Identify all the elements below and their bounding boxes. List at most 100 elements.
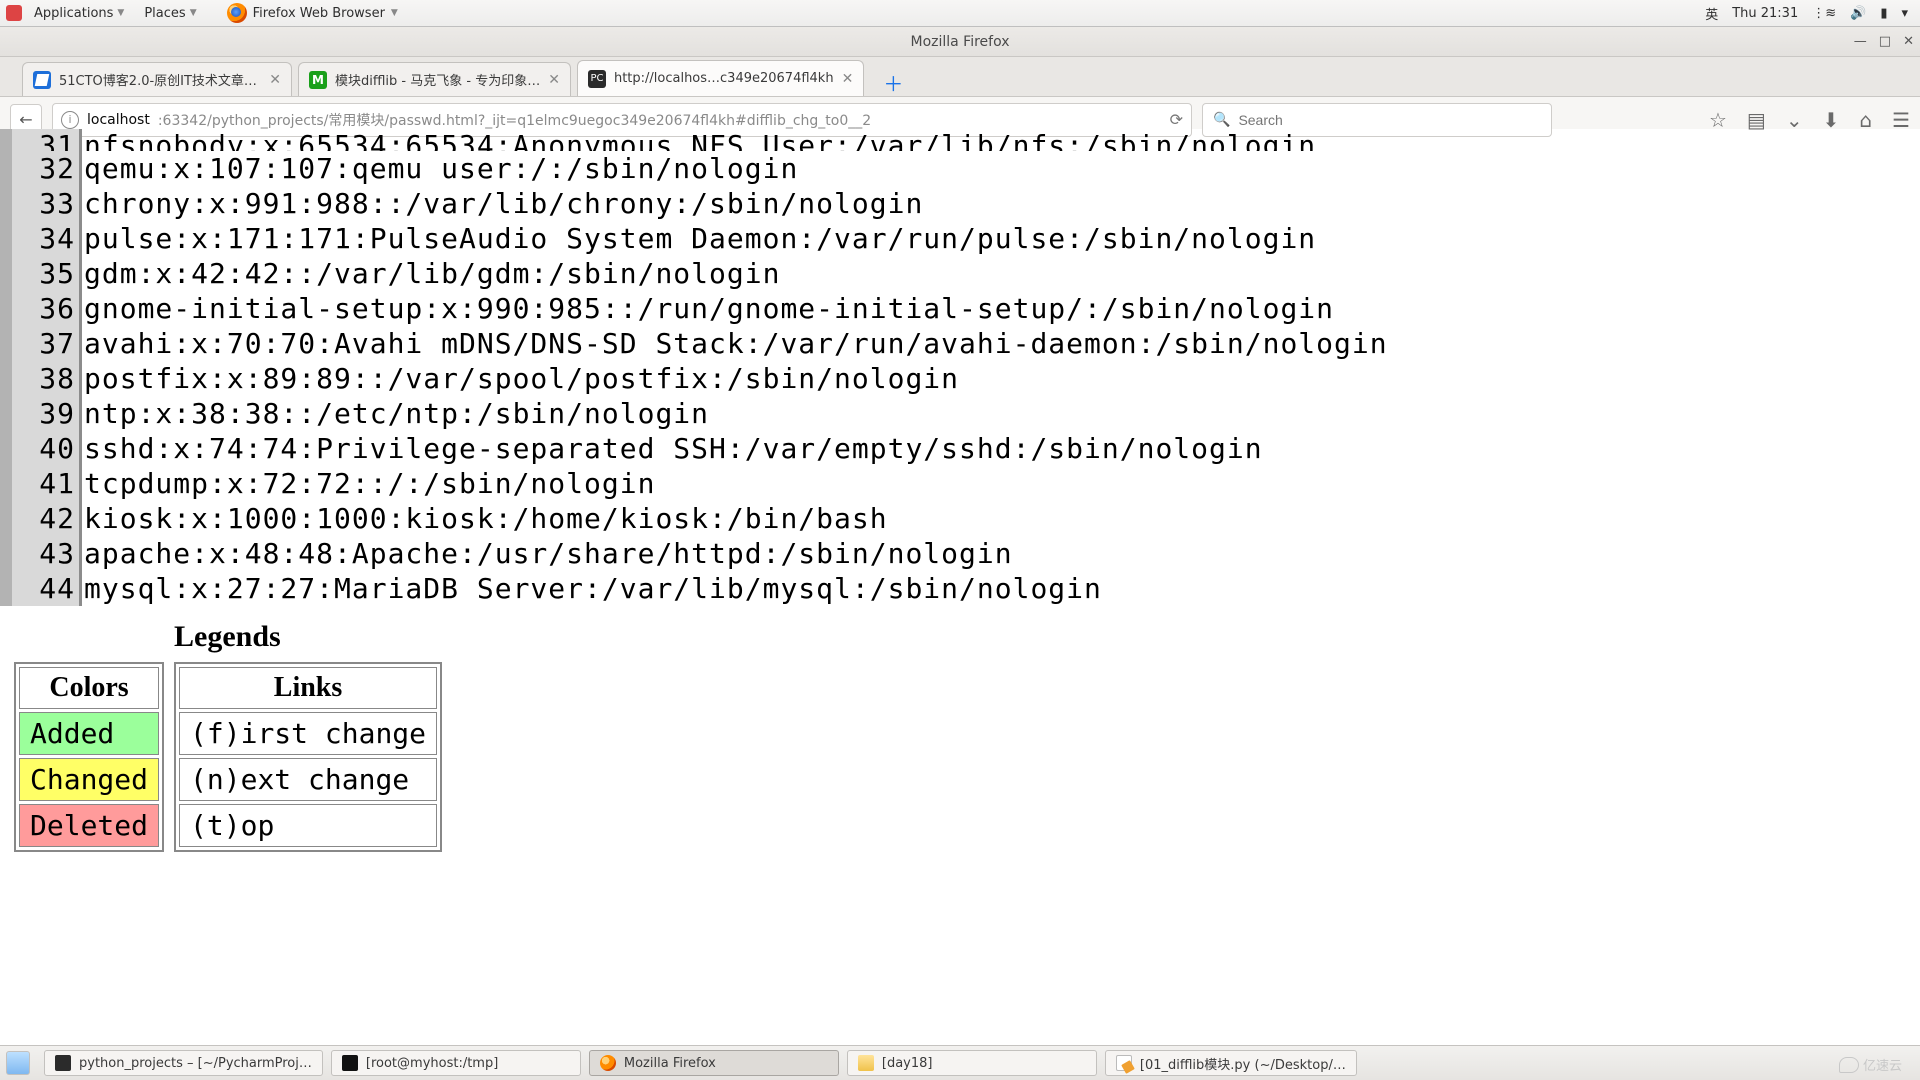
line-text: ntp:x:38:38::/etc/ntp:/sbin/nologin: [82, 396, 709, 431]
clock[interactable]: Thu 21:31: [1732, 6, 1798, 21]
gutter: [0, 431, 12, 466]
colors-header: Colors: [19, 667, 159, 709]
diff-row: 41tcpdump:x:72:72::/:/sbin/nologin: [0, 466, 1920, 501]
line-number: 32: [12, 151, 82, 186]
tab-difflib-doc[interactable]: M 模块difflib - 马克飞象 - 专为印象… ✕: [298, 62, 571, 96]
tab-strip: 51CTO博客2.0-原创IT技术文章… ✕ M 模块difflib - 马克飞…: [0, 57, 1920, 97]
diff-table: 31nfsnobody:x:65534:65534:Anonymous NFS …: [0, 129, 1920, 606]
diff-row: 44mysql:x:27:27:MariaDB Server:/var/lib/…: [0, 571, 1920, 606]
line-number: 40: [12, 431, 82, 466]
applications-menu[interactable]: Applications▼: [26, 2, 132, 25]
search-icon: 🔍: [1213, 112, 1230, 128]
task-folder[interactable]: [day18]: [847, 1050, 1097, 1076]
colors-legend-table: Colors Added Changed Deleted: [14, 662, 164, 852]
folder-icon: [858, 1055, 874, 1071]
line-text: chrony:x:991:988::/var/lib/chrony:/sbin/…: [82, 186, 923, 221]
links-legend-table: Links (f)irst change (n)ext change (t)op: [174, 662, 442, 852]
gnome-top-bar: Applications▼ Places▼ Firefox Web Browse…: [0, 0, 1920, 27]
pycharm-icon: [55, 1055, 71, 1071]
home-icon[interactable]: ⌂: [1859, 108, 1872, 132]
line-number: 42: [12, 501, 82, 536]
wifi-icon[interactable]: ⋮≋: [1812, 6, 1836, 21]
task-firefox[interactable]: Mozilla Firefox: [589, 1050, 839, 1076]
reader-icon[interactable]: ▤: [1747, 108, 1766, 132]
window-titlebar: Mozilla Firefox — □ ✕: [0, 27, 1920, 57]
site-info-icon[interactable]: i: [61, 111, 79, 129]
user-menu-icon[interactable]: ▾: [1901, 6, 1908, 21]
tab-close-icon[interactable]: ✕: [842, 71, 854, 87]
hamburger-menu-icon[interactable]: ☰: [1892, 108, 1910, 132]
line-number: 31: [12, 129, 82, 151]
diff-row: 36gnome-initial-setup:x:990:985::/run/gn…: [0, 291, 1920, 326]
diff-row: 38postfix:x:89:89::/var/spool/postfix:/s…: [0, 361, 1920, 396]
line-number: 37: [12, 326, 82, 361]
favicon-pycharm-icon: PC: [588, 70, 606, 88]
ime-indicator[interactable]: 英: [1705, 4, 1718, 23]
diff-row: 31nfsnobody:x:65534:65534:Anonymous NFS …: [0, 129, 1920, 151]
favicon-maxiang-icon: M: [309, 71, 327, 89]
diff-row: 39ntp:x:38:38::/etc/ntp:/sbin/nologin: [0, 396, 1920, 431]
reload-icon[interactable]: ⟳: [1170, 110, 1183, 129]
legend-link-first[interactable]: (f)irst change: [179, 712, 437, 755]
url-host: localhost: [87, 112, 150, 128]
maximize-button[interactable]: □: [1879, 34, 1891, 49]
line-text: kiosk:x:1000:1000:kiosk:/home/kiosk:/bin…: [82, 501, 888, 536]
show-desktop-button[interactable]: [6, 1051, 30, 1075]
gutter: [0, 326, 12, 361]
legend-link-next[interactable]: (n)ext change: [179, 758, 437, 801]
gutter: [0, 361, 12, 396]
line-text: qemu:x:107:107:qemu user:/:/sbin/nologin: [82, 151, 798, 186]
legend-deleted: Deleted: [19, 804, 159, 847]
downloads-icon[interactable]: ⬇: [1823, 108, 1840, 132]
gutter: [0, 466, 12, 501]
tab-close-icon[interactable]: ✕: [548, 72, 560, 88]
line-text: tcpdump:x:72:72::/:/sbin/nologin: [82, 466, 655, 501]
line-text: gdm:x:42:42::/var/lib/gdm:/sbin/nologin: [82, 256, 780, 291]
line-number: 44: [12, 571, 82, 606]
places-menu[interactable]: Places▼: [136, 2, 204, 25]
diff-row: 37avahi:x:70:70:Avahi mDNS/DNS-SD Stack:…: [0, 326, 1920, 361]
gutter: [0, 291, 12, 326]
watermark: 亿速云: [1839, 1055, 1902, 1074]
line-number: 33: [12, 186, 82, 221]
tab-51cto[interactable]: 51CTO博客2.0-原创IT技术文章… ✕: [22, 62, 292, 96]
line-text: pulse:x:171:171:PulseAudio System Daemon…: [82, 221, 1316, 256]
task-terminal[interactable]: [root@myhost:/tmp]: [331, 1050, 581, 1076]
gutter: [0, 129, 12, 151]
diff-row: 34pulse:x:171:171:PulseAudio System Daem…: [0, 221, 1920, 256]
pocket-icon[interactable]: ⌄: [1786, 108, 1803, 132]
favicon-51cto-icon: [33, 71, 51, 89]
line-text: sshd:x:74:74:Privilege-separated SSH:/va…: [82, 431, 1263, 466]
firefox-icon: [227, 3, 247, 23]
line-number: 38: [12, 361, 82, 396]
diff-row: 32qemu:x:107:107:qemu user:/:/sbin/nolog…: [0, 151, 1920, 186]
line-text: postfix:x:89:89::/var/spool/postfix:/sbi…: [82, 361, 959, 396]
diff-row: 43apache:x:48:48:Apache:/usr/share/httpd…: [0, 536, 1920, 571]
battery-icon[interactable]: ▮: [1880, 6, 1887, 21]
close-button[interactable]: ✕: [1903, 34, 1914, 49]
line-text: avahi:x:70:70:Avahi mDNS/DNS-SD Stack:/v…: [82, 326, 1388, 361]
bottom-taskbar: python_projects – [~/PycharmProj… [root@…: [0, 1045, 1920, 1080]
search-input[interactable]: [1238, 112, 1541, 128]
gutter: [0, 396, 12, 431]
minimize-button[interactable]: —: [1854, 34, 1867, 49]
line-text: mysql:x:27:27:MariaDB Server:/var/lib/my…: [82, 571, 1102, 606]
gutter: [0, 501, 12, 536]
firefox-icon: [600, 1055, 616, 1071]
task-pycharm[interactable]: python_projects – [~/PycharmProj…: [44, 1050, 323, 1076]
firefox-launcher[interactable]: Firefox Web Browser▼: [219, 0, 406, 27]
line-number: 34: [12, 221, 82, 256]
tab-close-icon[interactable]: ✕: [269, 72, 281, 88]
gutter: [0, 186, 12, 221]
tab-localhost[interactable]: PC http://localhos…c349e20674fl4kh ✕: [577, 60, 864, 96]
bookmark-star-icon[interactable]: ☆: [1709, 108, 1727, 132]
cloud-icon: [1839, 1057, 1859, 1073]
terminal-icon: [342, 1055, 358, 1071]
volume-icon[interactable]: 🔊: [1850, 6, 1866, 21]
task-editor[interactable]: [01_difflib模块.py (~/Desktop/…: [1105, 1050, 1357, 1076]
diff-row: 40sshd:x:74:74:Privilege-separated SSH:/…: [0, 431, 1920, 466]
legend-link-top[interactable]: (t)op: [179, 804, 437, 847]
activities-icon: [6, 5, 22, 21]
gutter: [0, 221, 12, 256]
new-tab-button[interactable]: ＋: [878, 68, 908, 96]
